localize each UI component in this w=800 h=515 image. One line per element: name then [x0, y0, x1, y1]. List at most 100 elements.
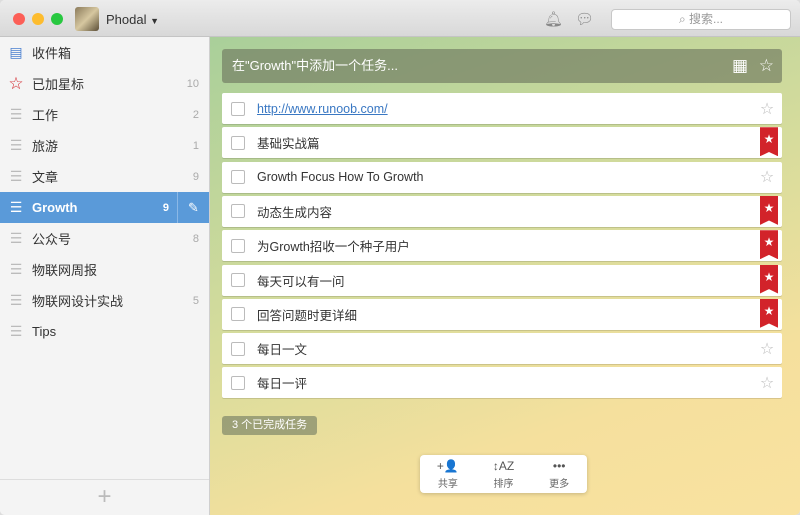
sidebar-item-count: 1 [192, 139, 199, 152]
sidebar: ▤ 收件箱 ☆ 已加星标 10 ☰ 工作 2 ☰ 旅游 1 ☰ 文章 9 ☰ Growth 9 ✎ ☰ 公众号 8 ☰ 物联… [0, 37, 210, 515]
task-checkbox[interactable] [231, 341, 245, 356]
sidebar-item-count: 8 [192, 232, 199, 245]
more-button[interactable]: ••• 更多 [531, 455, 587, 493]
calendar-icon[interactable]: ▦ [732, 49, 748, 83]
star-icon[interactable]: ☆ [755, 167, 779, 187]
sort-button[interactable]: ↕AZ 排序 [476, 455, 532, 493]
sidebar-item-label: 文章 [32, 170, 59, 185]
task-checkbox[interactable] [231, 170, 245, 185]
share-user-icon: +👤 [436, 459, 459, 473]
add-task-input[interactable]: 在"Growth"中添加一个任务... ▦ ☆ [222, 49, 782, 83]
task-row[interactable]: 每日一文 ☆ [222, 333, 782, 365]
sidebar-item[interactable]: ☰ 物联网周报 [0, 254, 209, 285]
sidebar-item-count: 9 [162, 201, 169, 214]
sidebar-item-label: 旅游 [32, 139, 59, 154]
edit-list-button[interactable]: ✎ [177, 192, 209, 223]
bell-icon[interactable]: 🔔︎ [544, 10, 563, 28]
toolbar-label: 更多 [549, 479, 570, 490]
toolbar-label: 共享 [437, 479, 458, 490]
sidebar-item-label: 公众号 [32, 232, 72, 247]
list-icon: ☰ [9, 137, 23, 153]
task-row[interactable]: 动态生成内容 ★ [222, 195, 782, 227]
more-icon: ••• [552, 459, 566, 473]
share-button[interactable]: +👤 共享 [420, 455, 476, 493]
sidebar-item[interactable]: ☰ 工作 2 [0, 99, 209, 130]
sidebar-item-label: 物联网周报 [32, 263, 98, 278]
list-icon: ☰ [9, 323, 23, 339]
task-checkbox[interactable] [231, 101, 245, 116]
comment-icon[interactable]: 💬︎ [575, 10, 594, 28]
starred-ribbon-icon[interactable]: ★ [760, 127, 778, 157]
task-checkbox[interactable] [231, 135, 245, 150]
star-icon[interactable]: ☆ [755, 339, 779, 359]
zoom-button[interactable] [51, 13, 63, 25]
task-row[interactable]: 为Growth招收一个种子用户 ★ [222, 230, 782, 262]
avatar[interactable] [75, 7, 99, 31]
completed-tasks-button[interactable]: 3 个已完成任务 [222, 416, 318, 435]
task-checkbox[interactable] [231, 204, 245, 219]
sidebar-item[interactable]: ☆ 已加星标 10 [0, 68, 209, 99]
sidebar-item-count: 2 [192, 108, 199, 121]
task-checkbox[interactable] [231, 238, 245, 253]
sidebar-item-label: 收件箱 [32, 46, 72, 61]
starred-ribbon-icon[interactable]: ★ [760, 264, 778, 294]
star-icon[interactable]: ☆ [755, 99, 779, 119]
starred-ribbon-icon[interactable]: ★ [760, 230, 778, 260]
search-icon: ⌕ [678, 12, 690, 26]
sidebar-item-count: 9 [192, 170, 199, 183]
task-row[interactable]: http://www.runoob.com/ ☆ [222, 93, 782, 124]
close-button[interactable] [13, 13, 25, 25]
task-row[interactable]: 回答问题时更详细 ★ [222, 298, 782, 330]
sidebar-item[interactable]: ☰ 物联网设计实战 5 [0, 285, 209, 316]
add-task-placeholder: 在"Growth"中添加一个任务... [232, 58, 398, 73]
star-icon[interactable]: ☆ [759, 49, 774, 83]
task-title: 动态生成内容 [257, 205, 333, 220]
task-title: 回答问题时更详细 [257, 308, 358, 323]
user-name: Phodal [106, 12, 147, 27]
task-title: 每日一评 [257, 377, 308, 392]
sidebar-item-label: 工作 [32, 108, 59, 123]
sidebar-item[interactable]: ☰ Growth 9 ✎ [0, 192, 209, 223]
sidebar-item[interactable]: ☰ 文章 9 [0, 161, 209, 192]
pencil-icon: ✎ [188, 199, 199, 215]
task-row[interactable]: 每日一评 ☆ [222, 367, 782, 399]
task-row[interactable]: 基础实战篇 ★ [222, 127, 782, 159]
task-title: Growth Focus How To Growth [257, 170, 424, 185]
list-icon: ☰ [9, 106, 23, 122]
task-checkbox[interactable] [231, 307, 245, 322]
task-link[interactable]: http://www.runoob.com/ [257, 102, 388, 116]
sidebar-item-count: 10 [186, 77, 199, 90]
sort-az-icon: ↕AZ [492, 459, 515, 473]
bottom-toolbar: +👤 共享 ↕AZ 排序 ••• 更多 [420, 455, 587, 493]
list-icon: ☰ [9, 261, 23, 277]
starred-ribbon-icon[interactable]: ★ [760, 298, 778, 328]
sidebar-item-label: Tips [32, 324, 57, 339]
chevron-down-icon: ▼ [150, 16, 160, 26]
sidebar-item-label: 已加星标 [32, 77, 85, 92]
sidebar-item[interactable]: ▤ 收件箱 [0, 37, 209, 68]
star-icon: ☆ [8, 73, 24, 93]
toolbar-label: 排序 [493, 479, 514, 490]
task-checkbox[interactable] [231, 273, 245, 287]
list-icon: ☰ [9, 292, 23, 308]
task-row[interactable]: 每天可以有一问 ★ [222, 264, 782, 296]
sidebar-item-count: 5 [192, 294, 199, 307]
task-title: 基础实战篇 [257, 137, 320, 152]
task-row[interactable]: Growth Focus How To Growth ☆ [222, 161, 782, 193]
task-checkbox[interactable] [231, 375, 245, 390]
starred-ribbon-icon[interactable]: ★ [760, 195, 778, 225]
user-menu[interactable]: Phodal ▼ [106, 12, 159, 27]
sidebar-item[interactable]: ☰ 旅游 1 [0, 130, 209, 161]
star-icon[interactable]: ☆ [755, 373, 779, 393]
search-input[interactable]: ⌕ 搜索... [611, 9, 791, 30]
sidebar-item-label: 物联网设计实战 [32, 294, 124, 309]
minimize-button[interactable] [32, 13, 44, 25]
add-list-button[interactable]: + [0, 479, 209, 515]
sidebar-item-label: Growth [32, 200, 78, 215]
list-icon: ☰ [9, 168, 23, 184]
task-title: 每天可以有一问 [257, 274, 345, 289]
sidebar-item[interactable]: ☰ 公众号 8 [0, 223, 209, 254]
sidebar-item[interactable]: ☰ Tips [0, 316, 209, 347]
list-icon: ☰ [9, 199, 23, 215]
task-list-area: 在"Growth"中添加一个任务... ▦ ☆ http://www.runoo… [210, 37, 800, 515]
